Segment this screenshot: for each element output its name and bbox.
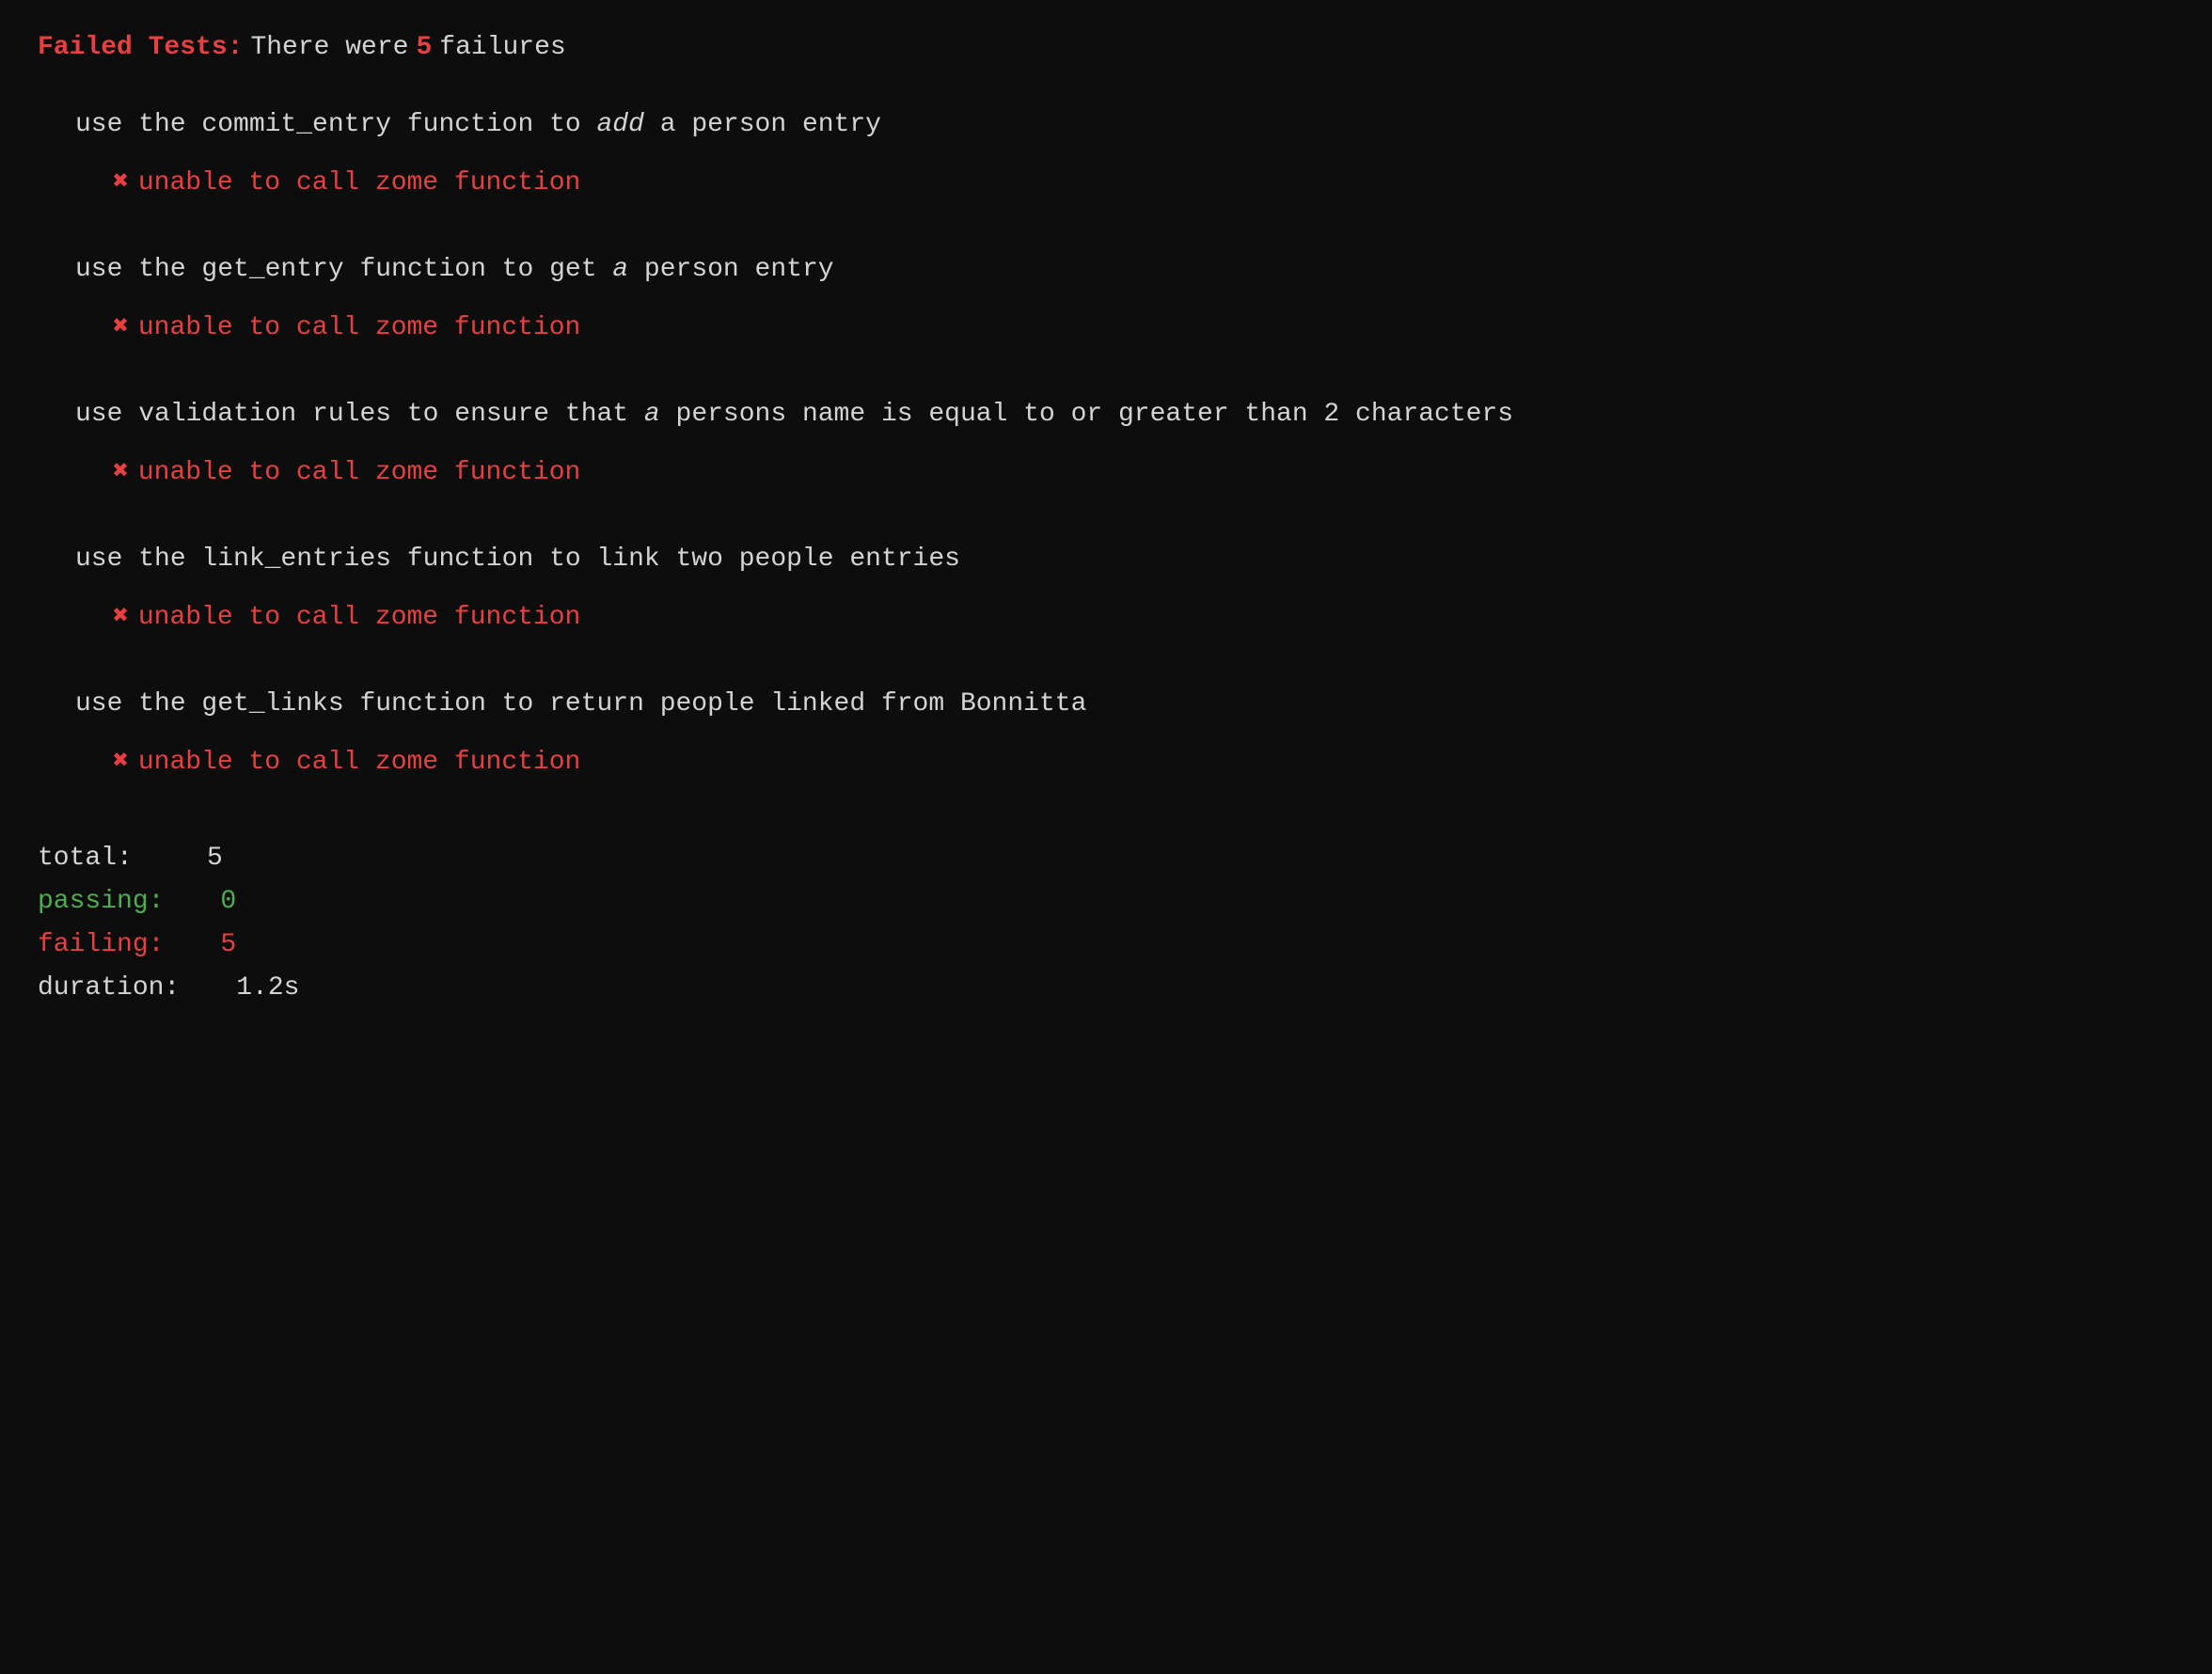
failed-text-pre: There were — [250, 28, 408, 68]
summary-total-label: total: — [38, 839, 150, 878]
test-description-3: use validation rules to ensure that a pe… — [75, 395, 2174, 434]
failure-message-5: unable to call zome function — [138, 743, 580, 782]
summary-passing-label: passing: — [38, 882, 164, 922]
test-block-1: use the commit_entry function to add a p… — [75, 105, 2174, 203]
failure-line-1: ✖ unable to call zome function — [113, 164, 2174, 203]
failed-header: Failed Tests: There were 5 failures — [38, 28, 2174, 68]
test-block-3: use validation rules to ensure that a pe… — [75, 395, 2174, 493]
failed-count: 5 — [416, 28, 432, 68]
summary-failing-label: failing: — [38, 925, 164, 965]
summary-duration-label: duration: — [38, 969, 180, 1008]
summary-passing-row: passing: 0 — [38, 882, 2174, 922]
x-icon-5: ✖ — [113, 743, 129, 782]
x-icon-4: ✖ — [113, 598, 129, 638]
failure-message-4: unable to call zome function — [138, 598, 580, 638]
failure-message-3: unable to call zome function — [138, 453, 580, 493]
test-description-5: use the get_links function to return peo… — [75, 685, 2174, 724]
failed-label: Failed Tests: — [38, 28, 243, 68]
summary-passing-value: 0 — [220, 882, 236, 922]
test-block-4: use the link_entries function to link tw… — [75, 540, 2174, 638]
failure-line-5: ✖ unable to call zome function — [113, 743, 2174, 782]
summary-duration-value: 1.2s — [236, 969, 299, 1008]
failure-line-2: ✖ unable to call zome function — [113, 308, 2174, 348]
failure-line-3: ✖ unable to call zome function — [113, 453, 2174, 493]
summary-failing-row: failing: 5 — [38, 925, 2174, 965]
failure-line-4: ✖ unable to call zome function — [113, 598, 2174, 638]
failure-message-2: unable to call zome function — [138, 308, 580, 348]
test-description-4: use the link_entries function to link tw… — [75, 540, 2174, 579]
x-icon-2: ✖ — [113, 308, 129, 348]
test-description-1: use the commit_entry function to add a p… — [75, 105, 2174, 145]
test-block-5: use the get_links function to return peo… — [75, 685, 2174, 782]
failure-message-1: unable to call zome function — [138, 164, 580, 203]
test-description-2: use the get_entry function to get a pers… — [75, 250, 2174, 290]
summary-total-row: total: 5 — [38, 839, 2174, 878]
x-icon-3: ✖ — [113, 453, 129, 493]
summary-failing-value: 5 — [220, 925, 236, 965]
summary: total: 5 passing: 0 failing: 5 duration:… — [38, 839, 2174, 1008]
test-block-2: use the get_entry function to get a pers… — [75, 250, 2174, 348]
x-icon-1: ✖ — [113, 164, 129, 203]
summary-duration-row: duration: 1.2s — [38, 969, 2174, 1008]
failed-text-suffix: failures — [439, 28, 565, 68]
summary-total-value: 5 — [207, 839, 223, 878]
